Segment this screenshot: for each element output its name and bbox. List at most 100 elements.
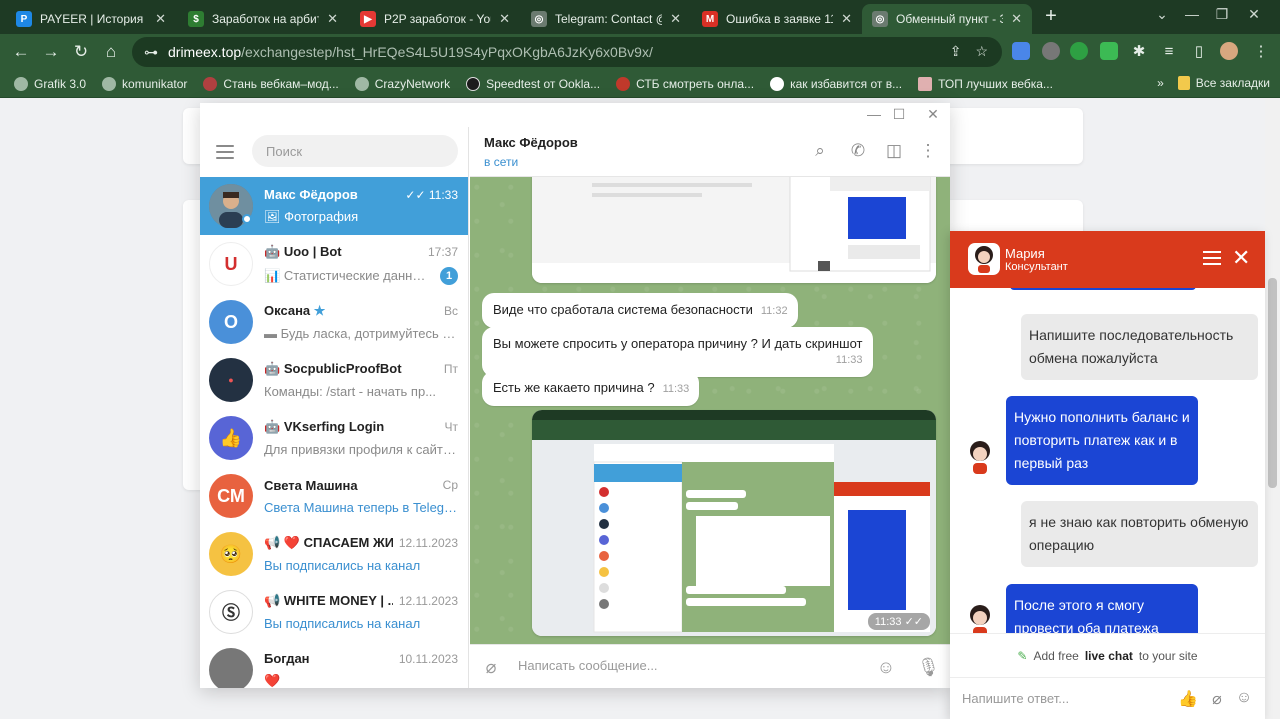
profile-avatar[interactable]	[1220, 42, 1238, 60]
message-input[interactable]: Написать сообщение...	[518, 658, 658, 673]
chat-item-maks[interactable]: Макс Фёдоров ✓✓ 11:33 🖼 Фотография	[200, 177, 468, 235]
hamburger-menu-icon[interactable]	[1203, 251, 1221, 269]
microphone-icon[interactable]: 🎙	[917, 656, 940, 678]
site-info-icon[interactable]: ⊶	[144, 44, 158, 61]
bookmark-item[interactable]: CrazyNetwork	[354, 76, 450, 91]
chat-item-uoo-bot[interactable]: U 🤖 Uoo | Bot 17:37 📊 Статистические данн…	[200, 235, 468, 293]
browser-tab-youtube[interactable]: ▶ P2P заработок - You ✕	[350, 4, 520, 34]
close-icon[interactable]: ✕	[921, 106, 945, 123]
hamburger-menu-icon[interactable]	[216, 145, 234, 159]
browser-tab-arbitrage[interactable]: $ Заработок на арбитр ✕	[178, 4, 348, 34]
ruble-extension-icon[interactable]	[1070, 42, 1088, 60]
bookmark-item[interactable]: ТОП лучших вебка...	[918, 76, 1053, 91]
chat-item-sveta[interactable]: СМ Света Машина Ср Света Машина теперь в …	[200, 467, 468, 525]
bookmarks-more-button[interactable]: »	[1157, 76, 1164, 90]
back-icon[interactable]: ←	[10, 41, 32, 63]
side-panel-icon[interactable]: ▯	[1188, 41, 1210, 63]
megaphone-icon: 📢	[264, 535, 284, 550]
tab-search-icon[interactable]: ⌄	[1152, 6, 1172, 23]
minimize-icon[interactable]: —	[862, 106, 886, 122]
close-icon[interactable]: ✕	[1232, 245, 1250, 271]
tab-close-icon[interactable]: ✕	[1011, 11, 1022, 27]
scrollbar-thumb[interactable]	[1268, 278, 1277, 488]
chat-preview: Статистические данные ...	[283, 267, 434, 283]
restore-icon[interactable]: ❐	[1212, 6, 1232, 23]
address-bar[interactable]: ⊶ drimeex.top/exchangestep/hst_HrEQeS4L5…	[132, 37, 1002, 67]
browser-tab-gmail[interactable]: M Ошибка в заявке 11! ✕	[692, 4, 862, 34]
sp-extension-icon[interactable]	[1100, 42, 1118, 60]
contact-name[interactable]: Макс Фёдоров	[484, 135, 578, 150]
search-icon[interactable]: ⌕	[810, 141, 830, 161]
emoji-icon[interactable]: ☺	[1234, 689, 1254, 709]
tab-close-icon[interactable]: ✕	[499, 11, 510, 27]
tab-close-icon[interactable]: ✕	[155, 11, 166, 27]
new-tab-button[interactable]: +	[1040, 6, 1062, 28]
message-bubble-fragment	[1010, 288, 1196, 290]
telegram-window: — ☐ ✕ Макс Фёдоров ✓✓ 11:33 🖼 Фотография …	[200, 103, 950, 688]
reply-input[interactable]: Напишите ответ...	[962, 691, 1069, 706]
translate-extension-icon[interactable]	[1012, 42, 1030, 60]
message-text: Есть же какаето причина ?	[493, 380, 655, 395]
google-icon	[770, 76, 785, 91]
bookmark-label: СТБ смотреть онла...	[636, 76, 755, 91]
bookmark-label: komunikator	[122, 76, 188, 91]
photo-message[interactable]	[532, 177, 936, 283]
chat-preview: Вы подписались на канал	[264, 558, 421, 573]
forward-icon[interactable]: →	[40, 41, 62, 63]
browser-tab-exchange[interactable]: ◎ Обменный пункт - З ✕	[862, 4, 1032, 34]
emoji-icon[interactable]: ☺	[875, 656, 897, 678]
reading-list-icon[interactable]: ≡	[1158, 41, 1180, 63]
tab-close-icon[interactable]: ✕	[670, 11, 681, 27]
chat-name: Света Машина	[264, 477, 358, 493]
video-icon: ▬	[264, 326, 281, 341]
search-input[interactable]	[252, 135, 458, 167]
operator-message: я не знаю как повторить обменую операцию	[1021, 501, 1258, 567]
chat-preview: ❤️	[264, 673, 281, 688]
chat-item-socpublic[interactable]: ● 🤖 SocpublicProofBot Пт Команды: /start …	[200, 351, 468, 409]
star-icon: ★	[313, 303, 326, 318]
tab-close-icon[interactable]: ✕	[327, 11, 338, 27]
reload-icon[interactable]: ↻	[70, 41, 92, 63]
tab-close-icon[interactable]: ✕	[841, 11, 852, 27]
more-options-icon[interactable]: ⋮	[918, 141, 938, 161]
bookmark-item[interactable]: komunikator	[102, 76, 188, 91]
extension-icon[interactable]	[1042, 42, 1060, 60]
photo-message[interactable]: 11:33 ✓✓	[532, 410, 936, 636]
browser-tab-telegram[interactable]: ◎ Telegram: Contact @ ✕	[521, 4, 691, 34]
all-bookmarks-button[interactable]: Все закладки	[1177, 76, 1270, 90]
youtube-favicon-icon: ▶	[360, 11, 376, 27]
bookmark-item[interactable]: как избавится от в...	[770, 76, 902, 91]
bookmark-item[interactable]: Стань вебкам–мод...	[203, 76, 339, 91]
chat-item-oksana[interactable]: О Оксана ★ Вс ▬ Будь ласка, дотримуйтесь …	[200, 293, 468, 351]
powered-by-link[interactable]: ✎ Add free live chat to your site	[950, 633, 1265, 677]
chat-item-white-money[interactable]: Ⓢ 📢 WHITE MONEY | ... 12.11.2023 Вы подпи…	[200, 583, 468, 641]
menu-dots-icon[interactable]: ⋮	[1250, 41, 1272, 63]
minimize-icon[interactable]: —	[1182, 6, 1202, 22]
chat-item-bogdan[interactable]: Богдан 10.11.2023 ❤️	[200, 641, 468, 688]
page-scrollbar[interactable]	[1265, 98, 1280, 719]
phone-icon[interactable]: ✆	[848, 141, 868, 161]
unread-badge: 1	[440, 266, 458, 285]
tab-title: PAYEER | История	[40, 12, 144, 26]
close-window-icon[interactable]: ✕	[1244, 6, 1264, 23]
chart-icon: 📊	[264, 267, 284, 283]
powered-text: Add free	[1033, 648, 1079, 663]
bookmark-star-icon[interactable]: ☆	[975, 43, 988, 60]
puzzle-extensions-icon[interactable]: ✱	[1128, 41, 1150, 63]
gmail-favicon-icon: M	[702, 11, 718, 27]
telegram-titlebar: — ☐ ✕	[200, 103, 950, 127]
attach-paperclip-icon[interactable]: ⌀	[1207, 689, 1227, 709]
chat-item-spasaem[interactable]: 🥺 📢 ❤️ СПАСАЕМ ЖИ... 12.11.2023 Вы подпис…	[200, 525, 468, 583]
share-icon[interactable]: ⇪	[950, 43, 962, 60]
message-composer: ⌀ Написать сообщение... ☺ 🎙	[470, 644, 950, 688]
thumbs-up-icon[interactable]: 👍	[1178, 689, 1198, 709]
bookmark-item[interactable]: СТБ смотреть онла...	[616, 76, 755, 91]
bookmark-item[interactable]: Speedtest от Ookla...	[466, 76, 600, 91]
chat-item-vkserfing[interactable]: 👍 🤖 VKserfing Login Чт Для привязки профи…	[200, 409, 468, 467]
browser-tab-payeer[interactable]: P PAYEER | История ✕	[6, 4, 176, 34]
maximize-icon[interactable]: ☐	[887, 106, 911, 123]
sidebar-toggle-icon[interactable]: ◫	[884, 141, 904, 161]
home-icon[interactable]: ⌂	[100, 41, 122, 63]
bookmark-item[interactable]: Grafik 3.0	[14, 76, 86, 91]
attach-paperclip-icon[interactable]: ⌀	[480, 656, 502, 678]
